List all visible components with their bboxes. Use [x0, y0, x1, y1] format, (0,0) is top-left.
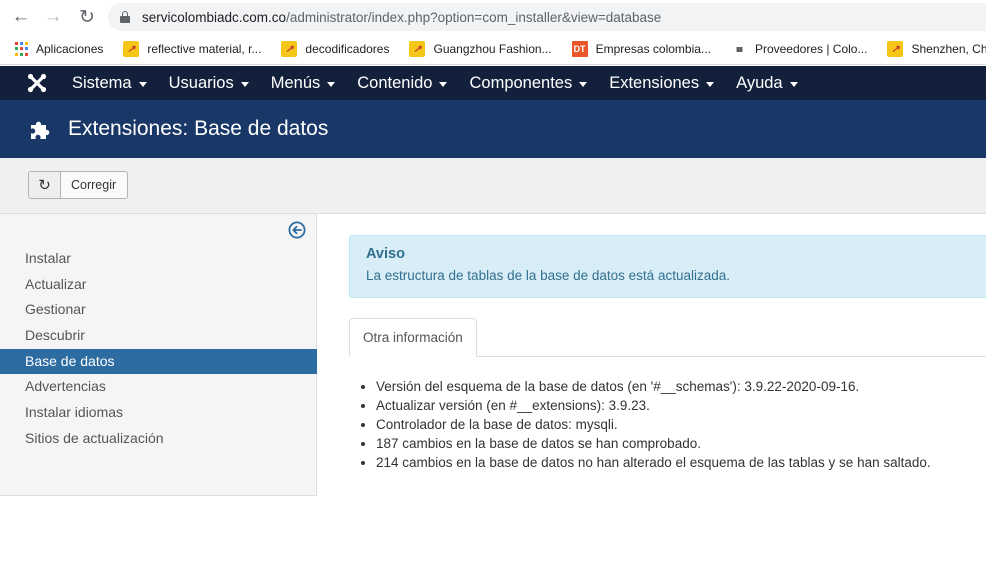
bookmark-reflective-material[interactable]: ↗ reflective material, r...	[123, 41, 261, 57]
bookmark-guangzhou-fashion[interactable]: ↗ Guangzhou Fashion...	[409, 41, 552, 57]
sidebar-item-instalar-idiomas[interactable]: Instalar idiomas	[0, 400, 317, 426]
bookmark-aplicaciones[interactable]: Aplicaciones	[14, 42, 103, 56]
bookmark-decodificadores[interactable]: ↗ decodificadores	[281, 41, 389, 57]
bookmark-label: reflective material, r...	[147, 42, 262, 56]
menu-usuarios[interactable]: Usuarios	[169, 74, 249, 93]
bookmark-proveedores[interactable]: ıııı Proveedores | Colo...	[731, 41, 868, 57]
list-item: Actualizar versión (en #__extensions): 3…	[376, 396, 986, 415]
sidebar-item-sitios-actualizacion[interactable]: Sitios de actualización	[0, 426, 317, 452]
caret-down-icon	[138, 81, 147, 87]
sidebar-menu: Instalar Actualizar Gestionar Descubrir …	[0, 246, 317, 452]
page-title: Extensiones: Base de datos	[68, 117, 329, 140]
menu-componentes[interactable]: Componentes	[469, 73, 588, 93]
sidebar-item-advertencias[interactable]: Advertencias	[0, 374, 317, 400]
list-item: Controlador de la base de datos: mysqli.	[376, 415, 986, 434]
menu-ayuda[interactable]: Ayuda	[736, 74, 798, 93]
bookmark-shenzhen-china[interactable]: ↗ Shenzhen, China N	[887, 41, 986, 57]
caret-down-icon	[439, 81, 448, 87]
aliexpress-icon: ↗	[409, 41, 426, 57]
menu-label: Ayuda	[736, 73, 783, 92]
bookmark-empresas-colombia[interactable]: DT Empresas colombia...	[571, 41, 711, 57]
toolbar: ↻ Corregir	[0, 158, 986, 214]
menu-extensiones[interactable]: Extensiones	[609, 73, 715, 93]
aliexpress-icon: ↗	[281, 41, 298, 57]
alert-message: La estructura de tablas de la base de da…	[366, 268, 730, 283]
bookmark-label: decodificadores	[305, 42, 390, 56]
proveedores-icon: ıııı	[735, 44, 743, 54]
bookmark-label: Aplicaciones	[36, 42, 104, 56]
reload-icon[interactable]: ↻	[74, 4, 100, 30]
caret-down-icon	[240, 81, 249, 87]
page-header: Extensiones: Base de datos	[0, 100, 986, 158]
database-info-list: Versión del esquema de la base de datos …	[376, 377, 986, 472]
menu-label: Componentes	[469, 73, 573, 92]
list-item: Versión del esquema de la base de datos …	[376, 377, 986, 396]
aliexpress-icon: ↗	[123, 41, 140, 57]
bookmark-label: Shenzhen, China N	[911, 42, 986, 56]
menu-label: Contenido	[357, 73, 433, 92]
caret-down-icon	[789, 81, 798, 87]
sidebar-item-gestionar[interactable]: Gestionar	[0, 297, 317, 323]
alert-title: Aviso	[366, 246, 405, 262]
corregir-label: Corregir	[71, 178, 117, 192]
info-alert: Aviso La estructura de tablas de la base…	[349, 235, 986, 298]
admin-top-nav: Sistema Usuarios Menús Contenido Compone…	[0, 66, 986, 100]
url-path: /administrator/index.php?option=com_inst…	[286, 9, 662, 25]
menu-label: Extensiones	[609, 73, 700, 92]
sidebar: Instalar Actualizar Gestionar Descubrir …	[0, 214, 317, 496]
tab-bar: Otra información	[349, 318, 986, 357]
sidebar-item-base-de-datos[interactable]: Base de datos	[0, 348, 317, 375]
list-item: 187 cambios en la base de datos se han c…	[376, 434, 986, 453]
caret-down-icon	[579, 81, 588, 87]
corregir-button[interactable]: ↻ Corregir	[28, 171, 129, 199]
list-item: 214 cambios en la base de datos no han a…	[376, 453, 986, 472]
caret-down-icon	[327, 81, 336, 87]
sidebar-item-descubrir[interactable]: Descubrir	[0, 323, 317, 349]
aliexpress-icon: ↗	[887, 41, 904, 57]
menu-contenido[interactable]: Contenido	[357, 73, 448, 93]
url-host: servicolombiadc.com.co	[142, 9, 287, 25]
dt-icon: DT	[571, 41, 588, 57]
bookmark-label: Empresas colombia...	[595, 42, 711, 56]
menu-label: Sistema	[72, 73, 132, 92]
refresh-icon: ↻	[29, 172, 61, 198]
forward-arrow-icon[interactable]: →	[40, 4, 66, 30]
bookmarks-bar: Aplicaciones ↗ reflective material, r...…	[0, 34, 986, 65]
lock-icon	[120, 11, 130, 23]
sidebar-item-instalar[interactable]: Instalar	[0, 246, 317, 272]
joomla-logo-icon[interactable]	[26, 72, 48, 94]
menu-label: Usuarios	[168, 73, 234, 92]
bookmark-label: Proveedores | Colo...	[754, 42, 868, 56]
url-input[interactable]: servicolombiadc.com.co/administrator/ind…	[108, 3, 986, 31]
tab-otra-informacion[interactable]: Otra información	[349, 318, 477, 357]
browser-address-bar: ← → ↻ servicolombiadc.com.co/administrat…	[0, 0, 986, 34]
collapse-sidebar-icon[interactable]	[288, 221, 306, 239]
menu-label: Menús	[270, 73, 321, 92]
apps-grid-icon	[14, 42, 28, 56]
menu-sistema[interactable]: Sistema	[72, 74, 147, 93]
puzzle-icon	[31, 121, 50, 139]
bookmark-label: Guangzhou Fashion...	[433, 42, 552, 56]
sidebar-item-actualizar[interactable]: Actualizar	[0, 272, 317, 298]
menu-menus[interactable]: Menús	[271, 74, 336, 93]
caret-down-icon	[706, 81, 715, 87]
back-arrow-icon[interactable]: ←	[8, 4, 34, 30]
